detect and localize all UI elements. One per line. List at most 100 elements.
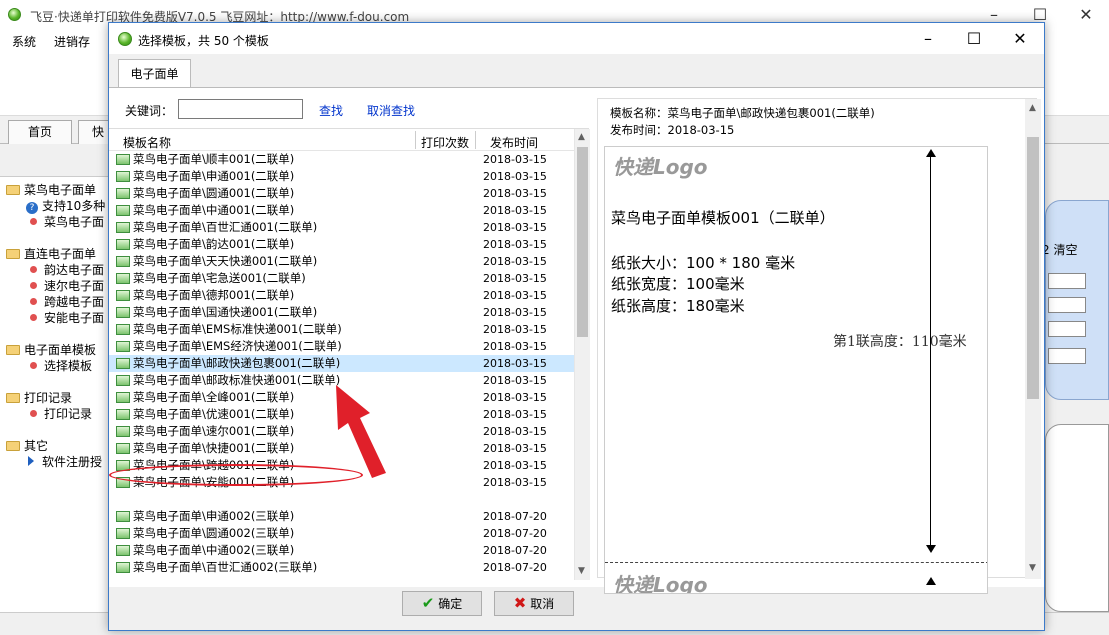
dialog-title-bar: 选择模板，共 50 个模板 – ☐ ✕	[109, 23, 1044, 54]
publish-date: 2018-07-20	[483, 527, 547, 540]
tree-item-kuayue[interactable]: 跨越电子面	[30, 294, 104, 310]
folder-icon	[6, 393, 20, 403]
template-name: 菜鸟电子面单\EMS标准快递001(二联单)	[133, 322, 342, 336]
close-icon[interactable]: ✕	[1063, 0, 1109, 30]
tree-group-other[interactable]: 其它	[6, 438, 48, 454]
template-preview: 模板名称：菜鸟电子面单\邮政快递包裹001(二联单) 发布时间：2018-03-…	[597, 98, 1041, 594]
dimension-line	[930, 151, 931, 551]
list-item[interactable]: 菜鸟电子面单\韵达001(二联单) 2018-03-15	[109, 236, 574, 253]
list-rows: 菜鸟电子面单\顺丰001(二联单) 2018-03-15 菜鸟电子面单\申通001(…	[109, 151, 574, 580]
template-icon	[116, 307, 130, 318]
menu-system[interactable]: 系统	[12, 33, 36, 50]
col-print-count[interactable]: 打印次数	[421, 134, 469, 151]
list-item[interactable]: 菜鸟电子面单\国通快递001(二联单) 2018-03-15	[109, 304, 574, 321]
scroll-down-icon[interactable]: ▼	[1029, 563, 1036, 573]
first-part-height-text: 第1联高度：110毫米	[833, 334, 967, 350]
template-icon	[116, 239, 130, 250]
publish-date: 2018-03-15	[483, 357, 547, 370]
tree-item-anneng[interactable]: 安能电子面	[30, 310, 104, 326]
nav-tree: 菜鸟电子面单 ? 支持10多种 菜鸟电子面 直连电子面单 韵达电子面 速尔电子面 …	[0, 176, 110, 612]
list-item[interactable]: 菜鸟电子面单\EMS经济快递001(二联单) 2018-03-15	[109, 338, 574, 355]
preview-template-name: 模板名称：菜鸟电子面单\邮政快递包裹001(二联单)	[610, 106, 875, 120]
dialog-maximize-icon[interactable]: ☐	[951, 23, 997, 54]
template-name: 菜鸟电子面单\优速001(二联单)	[133, 407, 295, 421]
bullet-icon	[30, 410, 37, 417]
tree-item-yunda[interactable]: 韵达电子面	[30, 262, 104, 278]
template-icon	[116, 545, 130, 556]
ok-button[interactable]: ✔ 确定	[402, 591, 482, 616]
col-template-name[interactable]: 模板名称	[123, 134, 171, 151]
sender-field-1[interactable]	[1048, 273, 1086, 289]
template-icon	[116, 358, 130, 369]
list-item[interactable]: 菜鸟电子面单\德邦001(二联单) 2018-03-15	[109, 287, 574, 304]
list-item[interactable]: 菜鸟电子面单\中通001(二联单) 2018-03-15	[109, 202, 574, 219]
bullet-icon	[30, 282, 37, 289]
clear-button[interactable]: 2 清空	[1042, 241, 1077, 258]
tree-group-templates[interactable]: 电子面单模板	[6, 342, 96, 358]
publish-date: 2018-03-15	[483, 374, 547, 387]
check-icon: ✔	[421, 594, 435, 612]
template-name: 菜鸟电子面单\速尔001(二联单)	[133, 424, 295, 438]
template-icon	[116, 256, 130, 267]
bullet-icon	[30, 362, 37, 369]
publish-date: 2018-03-15	[483, 408, 547, 421]
list-item[interactable]: 菜鸟电子面单\申通002(三联单) 2018-07-20	[109, 508, 574, 525]
tree-item-cainiao-template[interactable]: 菜鸟电子面	[30, 214, 104, 230]
tab-home[interactable]: 首页	[8, 120, 72, 144]
list-item[interactable]: 菜鸟电子面单\邮政快递包裹001(二联单) 2018-03-15	[109, 355, 574, 372]
tree-group-cainiao[interactable]: 菜鸟电子面单	[6, 182, 96, 198]
scroll-thumb[interactable]	[1027, 137, 1039, 399]
list-item[interactable]: 菜鸟电子面单\百世汇通001(二联单) 2018-03-15	[109, 219, 574, 236]
tree-group-records[interactable]: 打印记录	[6, 390, 72, 406]
template-icon	[116, 154, 130, 165]
list-item[interactable]: 菜鸟电子面单\中通002(三联单) 2018-07-20	[109, 542, 574, 559]
preview-scrollbar[interactable]: ▲ ▼	[1025, 99, 1041, 579]
app-logo-icon	[118, 32, 132, 46]
cancel-find-link[interactable]: 取消查找	[367, 102, 415, 119]
template-name: 菜鸟电子面单\申通001(二联单)	[133, 169, 295, 183]
template-name: 菜鸟电子面单\圆通002(三联单)	[133, 526, 295, 540]
col-publish-date[interactable]: 发布时间	[490, 134, 538, 151]
template-name: 菜鸟电子面单\百世汇通001(二联单)	[133, 220, 318, 234]
help-icon: ?	[26, 202, 38, 214]
sender-field-4[interactable]	[1048, 348, 1086, 364]
publish-date: 2018-03-15	[483, 442, 547, 455]
list-item[interactable]: 菜鸟电子面单\顺丰001(二联单) 2018-03-15	[109, 151, 574, 168]
template-name: 菜鸟电子面单\邮政快递包裹001(二联单)	[133, 356, 341, 370]
list-item[interactable]: 菜鸟电子面单\申通001(二联单) 2018-03-15	[109, 168, 574, 185]
scroll-down-icon[interactable]: ▼	[578, 566, 585, 576]
template-icon	[116, 528, 130, 539]
tree-item-suer[interactable]: 速尔电子面	[30, 278, 104, 294]
express-logo-second: 快递Logo	[613, 573, 708, 594]
scroll-up-icon[interactable]: ▲	[1029, 103, 1036, 113]
template-name: 菜鸟电子面单\韵达001(二联单)	[133, 237, 295, 251]
tree-item-register[interactable]: 软件注册授	[28, 454, 102, 470]
keyword-input[interactable]	[178, 99, 303, 119]
list-item[interactable]: 菜鸟电子面单\天天快递001(二联单) 2018-03-15	[109, 253, 574, 270]
tree-item-print-records[interactable]: 打印记录	[30, 406, 92, 422]
express-logo: 快递Logo	[613, 155, 708, 179]
find-link[interactable]: 查找	[319, 102, 343, 119]
list-item[interactable]: 菜鸟电子面单\宅急送001(二联单) 2018-03-15	[109, 270, 574, 287]
tree-group-direct[interactable]: 直连电子面单	[6, 246, 96, 262]
list-item[interactable]: 菜鸟电子面单\百世汇通002(三联单) 2018-07-20	[109, 559, 574, 576]
dialog-title: 选择模板，共 50 个模板	[138, 34, 269, 48]
cancel-button[interactable]: ✖ 取消	[494, 591, 574, 616]
dialog-minimize-icon[interactable]: –	[905, 23, 951, 54]
sender-field-2[interactable]	[1048, 297, 1086, 313]
menu-inventory[interactable]: 进销存	[54, 33, 90, 50]
dialog-close-icon[interactable]: ✕	[997, 23, 1043, 54]
template-list: 模板名称 打印次数 发布时间 菜鸟电子面单\顺丰001(二联单) 2018-03-…	[109, 128, 590, 580]
tree-item-select-template[interactable]: 选择模板	[30, 358, 92, 374]
scroll-up-icon[interactable]: ▲	[578, 132, 585, 142]
list-item[interactable]: 菜鸟电子面单\圆通001(二联单) 2018-03-15	[109, 185, 574, 202]
arrow-right-icon	[28, 456, 34, 466]
list-scrollbar[interactable]: ▲ ▼	[574, 129, 590, 580]
scroll-thumb[interactable]	[577, 147, 588, 337]
tab-electronic-waybill[interactable]: 电子面单	[118, 59, 191, 88]
list-item[interactable]: 菜鸟电子面单\EMS标准快递001(二联单) 2018-03-15	[109, 321, 574, 338]
list-item[interactable]: 菜鸟电子面单\圆通002(三联单) 2018-07-20	[109, 525, 574, 542]
tree-item-support[interactable]: ? 支持10多种	[26, 198, 105, 214]
sender-field-3[interactable]	[1048, 321, 1086, 337]
template-icon	[116, 426, 130, 437]
